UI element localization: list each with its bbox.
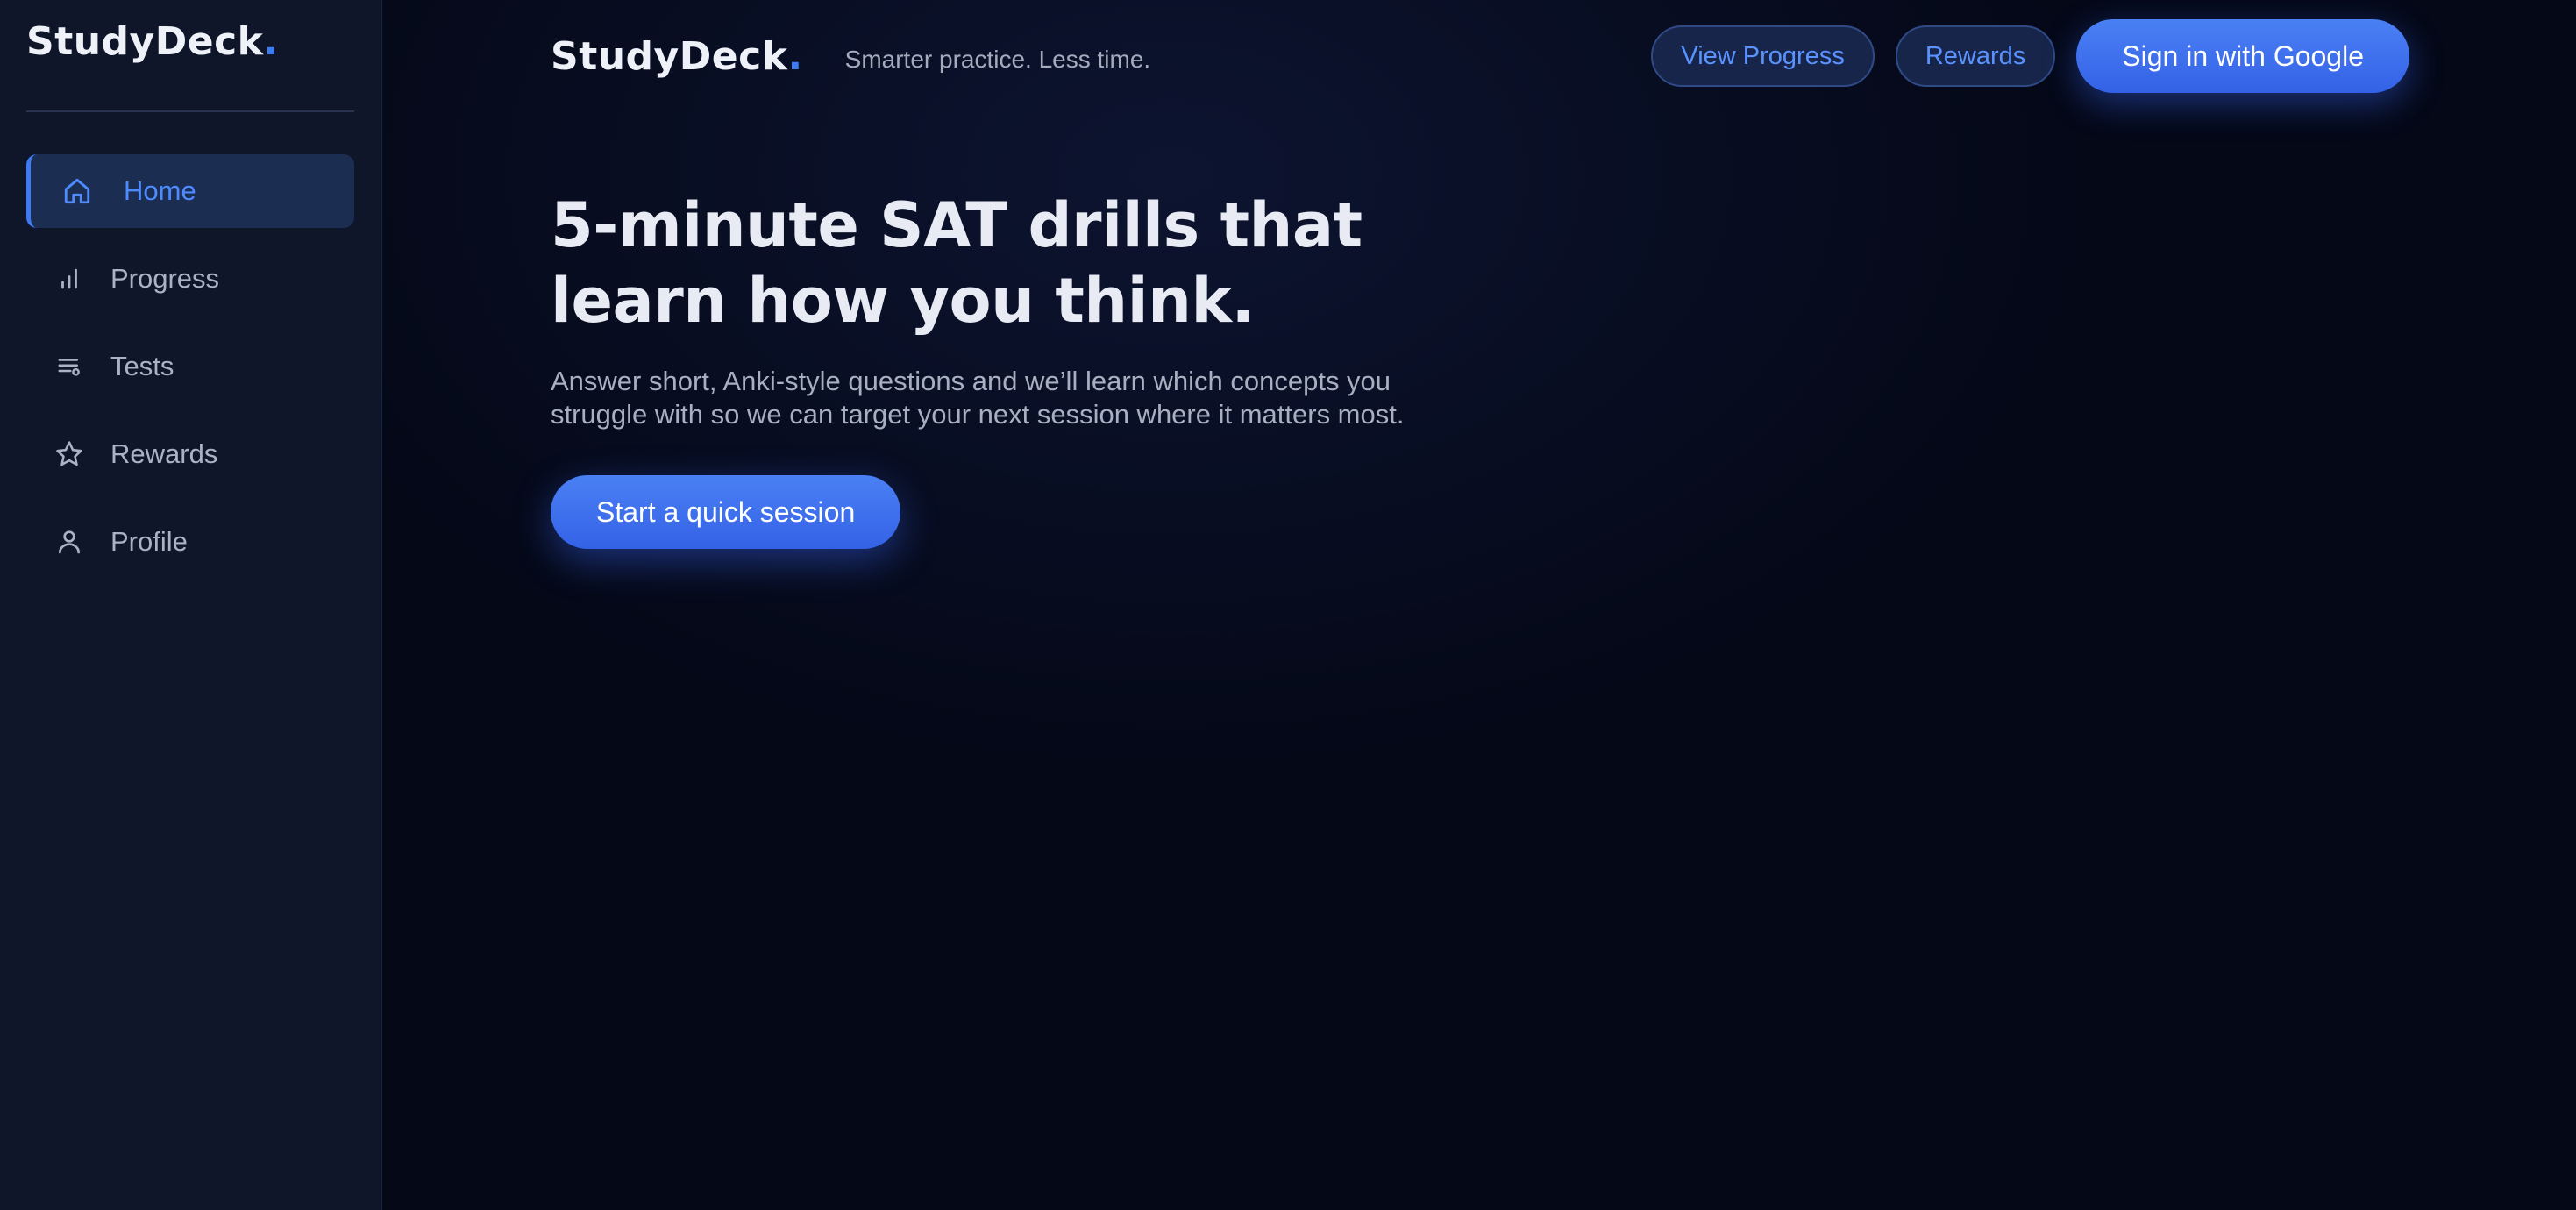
sidebar-divider [26, 110, 354, 112]
hero-title: 5-minute SAT drills that learn how you t… [551, 189, 1363, 337]
list-icon [54, 352, 84, 381]
bar-chart-icon [54, 264, 84, 294]
sidebar-item-rewards[interactable]: Rewards [26, 417, 354, 491]
rewards-button[interactable]: Rewards [1895, 25, 2056, 87]
sidebar-item-label: Home [124, 175, 196, 206]
star-icon [54, 439, 84, 469]
sidebar-item-label: Profile [110, 526, 188, 557]
hero-section: 5-minute SAT drills that learn how you t… [551, 188, 1603, 549]
tagline: Smarter practice. Less time. [844, 46, 1151, 73]
app-root: StudyDeck. Home Progress Tests Rewards P… [0, 0, 2576, 1210]
sidebar-brand-text: StudyDeck [26, 19, 264, 64]
sidebar-item-label: Progress [110, 263, 220, 294]
home-icon [62, 176, 92, 206]
sign-in-google-button[interactable]: Sign in with Google [2076, 19, 2409, 93]
sidebar-nav: Home Progress Tests Rewards Profile [26, 154, 354, 593]
sidebar-brand-dot: . [263, 19, 279, 64]
header-brand[interactable]: StudyDeck. [551, 34, 803, 79]
sidebar-item-label: Tests [110, 351, 174, 381]
sidebar-item-profile[interactable]: Profile [26, 505, 354, 579]
header-brand-text: StudyDeck [551, 33, 788, 79]
sidebar: StudyDeck. Home Progress Tests Rewards P… [0, 0, 382, 1210]
hero-description: Answer short, Anki-style questions and w… [551, 366, 1405, 430]
header-actions: View Progress Rewards Sign in with Googl… [1651, 19, 2409, 93]
sidebar-item-label: Rewards [110, 438, 218, 469]
start-session-button[interactable]: Start a quick session [551, 475, 901, 549]
user-icon [54, 527, 84, 557]
sidebar-item-tests[interactable]: Tests [26, 330, 354, 403]
main-content: StudyDeck. Smarter practice. Less time. … [382, 0, 2576, 1210]
header-brand-dot: . [787, 33, 803, 79]
top-bar: StudyDeck. Smarter practice. Less time. … [551, 19, 2409, 93]
view-progress-button[interactable]: View Progress [1651, 25, 1875, 87]
sidebar-item-progress[interactable]: Progress [26, 242, 354, 316]
sidebar-brand[interactable]: StudyDeck. [26, 19, 354, 74]
sidebar-item-home[interactable]: Home [26, 154, 354, 228]
